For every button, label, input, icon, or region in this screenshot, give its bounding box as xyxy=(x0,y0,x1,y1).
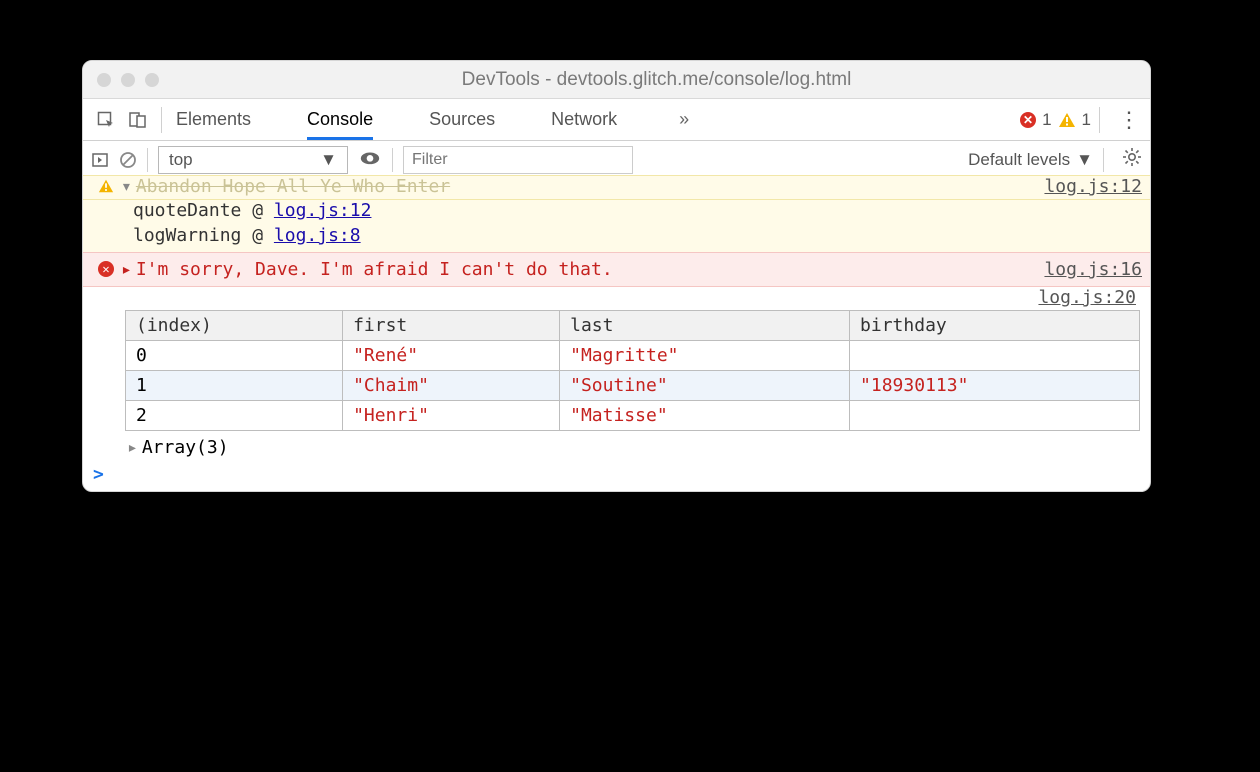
table-header-last[interactable]: last xyxy=(560,311,850,341)
console-table: (index) first last birthday 0 "René" "Ma… xyxy=(125,310,1140,431)
expand-icon[interactable]: ▾ xyxy=(121,176,132,197)
issue-counts[interactable]: ✕ 1 1 xyxy=(1020,110,1091,130)
array-summary: Array(3) xyxy=(142,437,229,458)
sidebar-toggle-icon[interactable] xyxy=(91,151,109,169)
console-log-area: ▾ Abandon Hope All Ye Who Enter log.js:1… xyxy=(83,175,1150,491)
expand-icon[interactable]: ▸ xyxy=(121,259,132,280)
source-link[interactable]: log.js:12 xyxy=(1044,176,1142,197)
error-count: 1 xyxy=(1042,110,1051,130)
filter-input[interactable] xyxy=(403,146,633,174)
console-prompt[interactable]: > xyxy=(83,458,1150,491)
array-summary-row[interactable]: ▸Array(3) xyxy=(83,437,1150,458)
table-source-row: log.js:20 xyxy=(83,287,1150,308)
stack-frame[interactable]: quoteDante @ log.js:12 xyxy=(133,200,1150,221)
titlebar: DevTools - devtools.glitch.me/console/lo… xyxy=(83,61,1150,99)
context-selector[interactable]: top ▼ xyxy=(158,146,348,174)
device-toolbar-icon[interactable] xyxy=(129,111,147,129)
chevron-down-icon: ▼ xyxy=(320,146,337,174)
kebab-menu-icon[interactable]: ⋮ xyxy=(1108,107,1150,133)
gear-icon[interactable] xyxy=(1122,147,1142,172)
warning-count: 1 xyxy=(1082,110,1091,130)
filter-input-wrap xyxy=(403,146,633,174)
log-levels-selector[interactable]: Default levels ▼ xyxy=(968,150,1093,170)
warning-icon xyxy=(98,178,114,194)
console-table-wrap: (index) first last birthday 0 "René" "Ma… xyxy=(83,308,1150,437)
stack-trace: quoteDante @ log.js:12 logWarning @ log.… xyxy=(83,200,1150,252)
tab-elements[interactable]: Elements xyxy=(176,109,251,130)
main-tabbar: Elements Console Sources Network » ✕ 1 1… xyxy=(83,99,1150,141)
table-row[interactable]: 2 "Henri" "Matisse" xyxy=(126,401,1140,431)
error-icon: ✕ xyxy=(1020,112,1036,128)
devtools-window: DevTools - devtools.glitch.me/console/lo… xyxy=(82,60,1151,492)
chevron-down-icon: ▼ xyxy=(1076,150,1093,170)
clear-console-icon[interactable] xyxy=(119,151,137,169)
prompt-chevron-icon: > xyxy=(93,464,104,485)
window-title: DevTools - devtools.glitch.me/console/lo… xyxy=(177,69,1136,91)
source-link[interactable]: log.js:20 xyxy=(1038,287,1136,308)
inspect-icon[interactable] xyxy=(97,111,115,129)
context-value: top xyxy=(169,146,193,174)
log-error-row[interactable]: ✕ ▸ I'm sorry, Dave. I'm afraid I can't … xyxy=(83,252,1150,287)
source-link[interactable]: log.js:12 xyxy=(274,200,372,221)
minimize-icon[interactable] xyxy=(121,73,135,87)
table-header-birthday[interactable]: birthday xyxy=(850,311,1140,341)
stack-frame[interactable]: logWarning @ log.js:8 xyxy=(133,221,1150,252)
tab-console[interactable]: Console xyxy=(307,109,373,140)
warning-text: Abandon Hope All Ye Who Enter xyxy=(136,176,450,197)
table-row[interactable]: 0 "René" "Magritte" xyxy=(126,341,1140,371)
table-row[interactable]: 1 "Chaim" "Soutine" "18930113" xyxy=(126,371,1140,401)
tab-network[interactable]: Network xyxy=(551,109,617,130)
source-link[interactable]: log.js:8 xyxy=(274,225,361,246)
tab-sources[interactable]: Sources xyxy=(429,109,495,130)
warning-icon xyxy=(1058,111,1076,129)
log-warning-row[interactable]: ▾ Abandon Hope All Ye Who Enter log.js:1… xyxy=(83,175,1150,200)
levels-label: Default levels xyxy=(968,150,1070,170)
source-link[interactable]: log.js:16 xyxy=(1044,259,1142,280)
error-text: I'm sorry, Dave. I'm afraid I can't do t… xyxy=(136,259,613,280)
error-icon: ✕ xyxy=(98,261,114,277)
expand-icon[interactable]: ▸ xyxy=(127,437,138,458)
close-icon[interactable] xyxy=(97,73,111,87)
table-header-index[interactable]: (index) xyxy=(126,311,343,341)
table-header-first[interactable]: first xyxy=(343,311,560,341)
live-expression-icon[interactable] xyxy=(358,150,382,170)
console-toolbar: top ▼ Default levels ▼ xyxy=(83,141,1150,179)
more-tabs-icon[interactable]: » xyxy=(673,109,695,130)
zoom-icon[interactable] xyxy=(145,73,159,87)
traffic-lights[interactable] xyxy=(97,73,159,87)
